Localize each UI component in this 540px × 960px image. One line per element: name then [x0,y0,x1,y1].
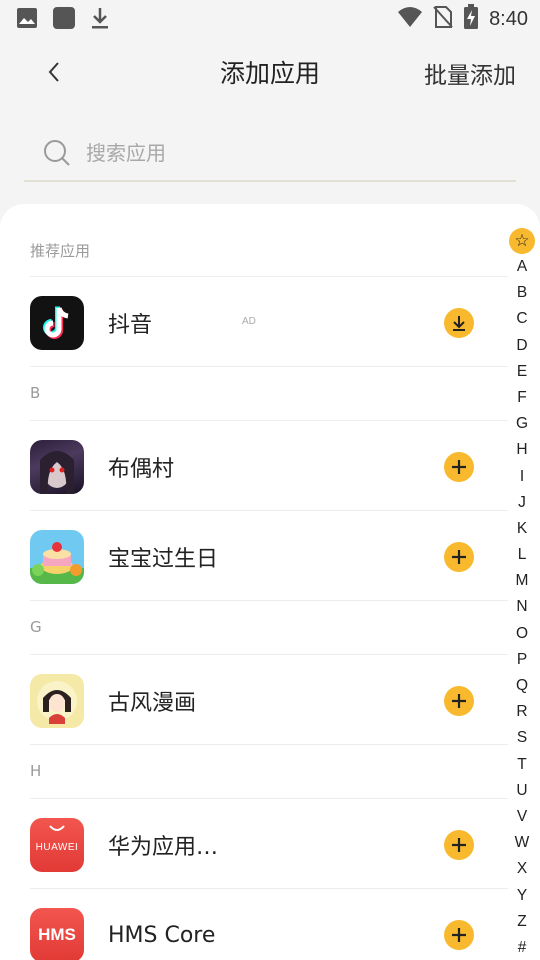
index-letter-x[interactable]: X [509,856,535,882]
index-letter-w[interactable]: W [509,830,535,856]
download-icon [453,316,465,331]
hms-core-icon: HMS [30,908,84,960]
index-letter-b[interactable]: B [509,280,535,306]
index-letter-i[interactable]: I [509,464,535,490]
add-button[interactable] [444,452,474,482]
index-letter-t[interactable]: T [509,752,535,778]
divider [30,600,508,601]
chevron-left-icon [48,62,59,82]
index-letter-h[interactable]: H [509,437,535,463]
index-letter-q[interactable]: Q [509,673,535,699]
divider [30,744,508,745]
index-letter-l[interactable]: L [509,542,535,568]
index-letter-a[interactable]: A [509,254,535,280]
ancient-comic-icon [30,674,84,728]
section-header-g: G [30,618,42,636]
index-letter-u[interactable]: U [509,778,535,804]
wifi-icon [397,6,423,32]
section-header-recommended: 推荐应用 [30,242,91,260]
status-bar: 8:40 [0,0,540,38]
index-letter-j[interactable]: J [509,490,535,516]
search-input[interactable] [86,141,486,165]
status-time: 8:40 [489,7,528,30]
divider [30,888,508,889]
app-name: 抖音 [108,313,153,338]
index-letter-r[interactable]: R [509,699,535,725]
plus-icon [452,838,466,852]
app-name: 布偶村 [108,457,175,482]
app-name: 宝宝过生日 [108,547,219,572]
index-letter-s[interactable]: S [509,725,535,751]
tiktok-icon [30,296,84,350]
app-bar: 添加应用 批量添加 [0,40,540,104]
add-button[interactable] [444,920,474,950]
hms-logo-text: HMS [38,925,76,944]
add-button[interactable] [444,542,474,572]
index-letter-o[interactable]: O [509,621,535,647]
download-icon [90,6,110,34]
plus-icon [452,550,466,564]
section-header-b: B [30,384,41,402]
huawei-logo-text: HUAWEI [35,842,79,853]
plus-icon [452,928,466,942]
index-letter-k[interactable]: K [509,516,535,542]
square-icon [52,6,76,34]
app-row-douyin[interactable]: 抖音 AD [30,278,490,368]
index-letter-e[interactable]: E [509,359,535,385]
star-icon[interactable]: ☆ [509,228,535,254]
divider [30,420,508,421]
download-button[interactable] [444,308,474,338]
search-icon [42,138,72,168]
search-bar[interactable] [24,126,516,182]
plus-icon [452,694,466,708]
baby-birthday-icon [30,530,84,584]
index-letter-f[interactable]: F [509,385,535,411]
app-name: 古风漫画 [108,691,197,716]
index-letter-d[interactable]: D [509,333,535,359]
divider [30,510,508,511]
app-name: HMS Core [108,922,216,948]
image-icon [16,7,38,33]
index-letter-c[interactable]: C [509,306,535,332]
add-button[interactable] [444,830,474,860]
app-list-card: 推荐应用 抖音 AD B 布偶村 宝宝过生日 G 古风漫画 H HUAWEI 华… [0,204,540,960]
add-button[interactable] [444,686,474,716]
divider [30,798,508,799]
app-row-baobao-birthday[interactable]: 宝宝过生日 [30,512,490,602]
index-letter-v[interactable]: V [509,804,535,830]
app-row-buoucun[interactable]: 布偶村 [30,422,490,512]
app-row-huawei-appgallery[interactable]: HUAWEI 华为应用… [30,800,490,890]
battery-charging-icon [463,4,479,34]
divider [30,654,508,655]
index-letter-p[interactable]: P [509,647,535,673]
index-letter-hash[interactable]: # [509,935,535,960]
app-name: 华为应用… [108,835,219,860]
plus-icon [452,460,466,474]
index-letter-y[interactable]: Y [509,883,535,909]
index-letter-m[interactable]: M [509,568,535,594]
no-sim-icon [433,5,453,33]
app-row-gufeng-comic[interactable]: 古风漫画 [30,656,490,746]
doll-village-icon [30,440,84,494]
back-button[interactable] [38,56,70,88]
alphabet-index[interactable]: ☆ A B C D E F G H I J K L M N O P Q R S … [509,228,535,960]
ad-tag: AD [242,316,256,327]
batch-add-button[interactable]: 批量添加 [424,56,516,90]
index-letter-g[interactable]: G [509,411,535,437]
divider [30,366,508,367]
app-row-hms-core[interactable]: HMS HMS Core [30,890,490,960]
index-letter-n[interactable]: N [509,594,535,620]
huawei-appgallery-icon: HUAWEI [30,818,84,872]
section-header-h: H [30,762,42,780]
index-letter-z[interactable]: Z [509,909,535,935]
divider [30,276,508,277]
